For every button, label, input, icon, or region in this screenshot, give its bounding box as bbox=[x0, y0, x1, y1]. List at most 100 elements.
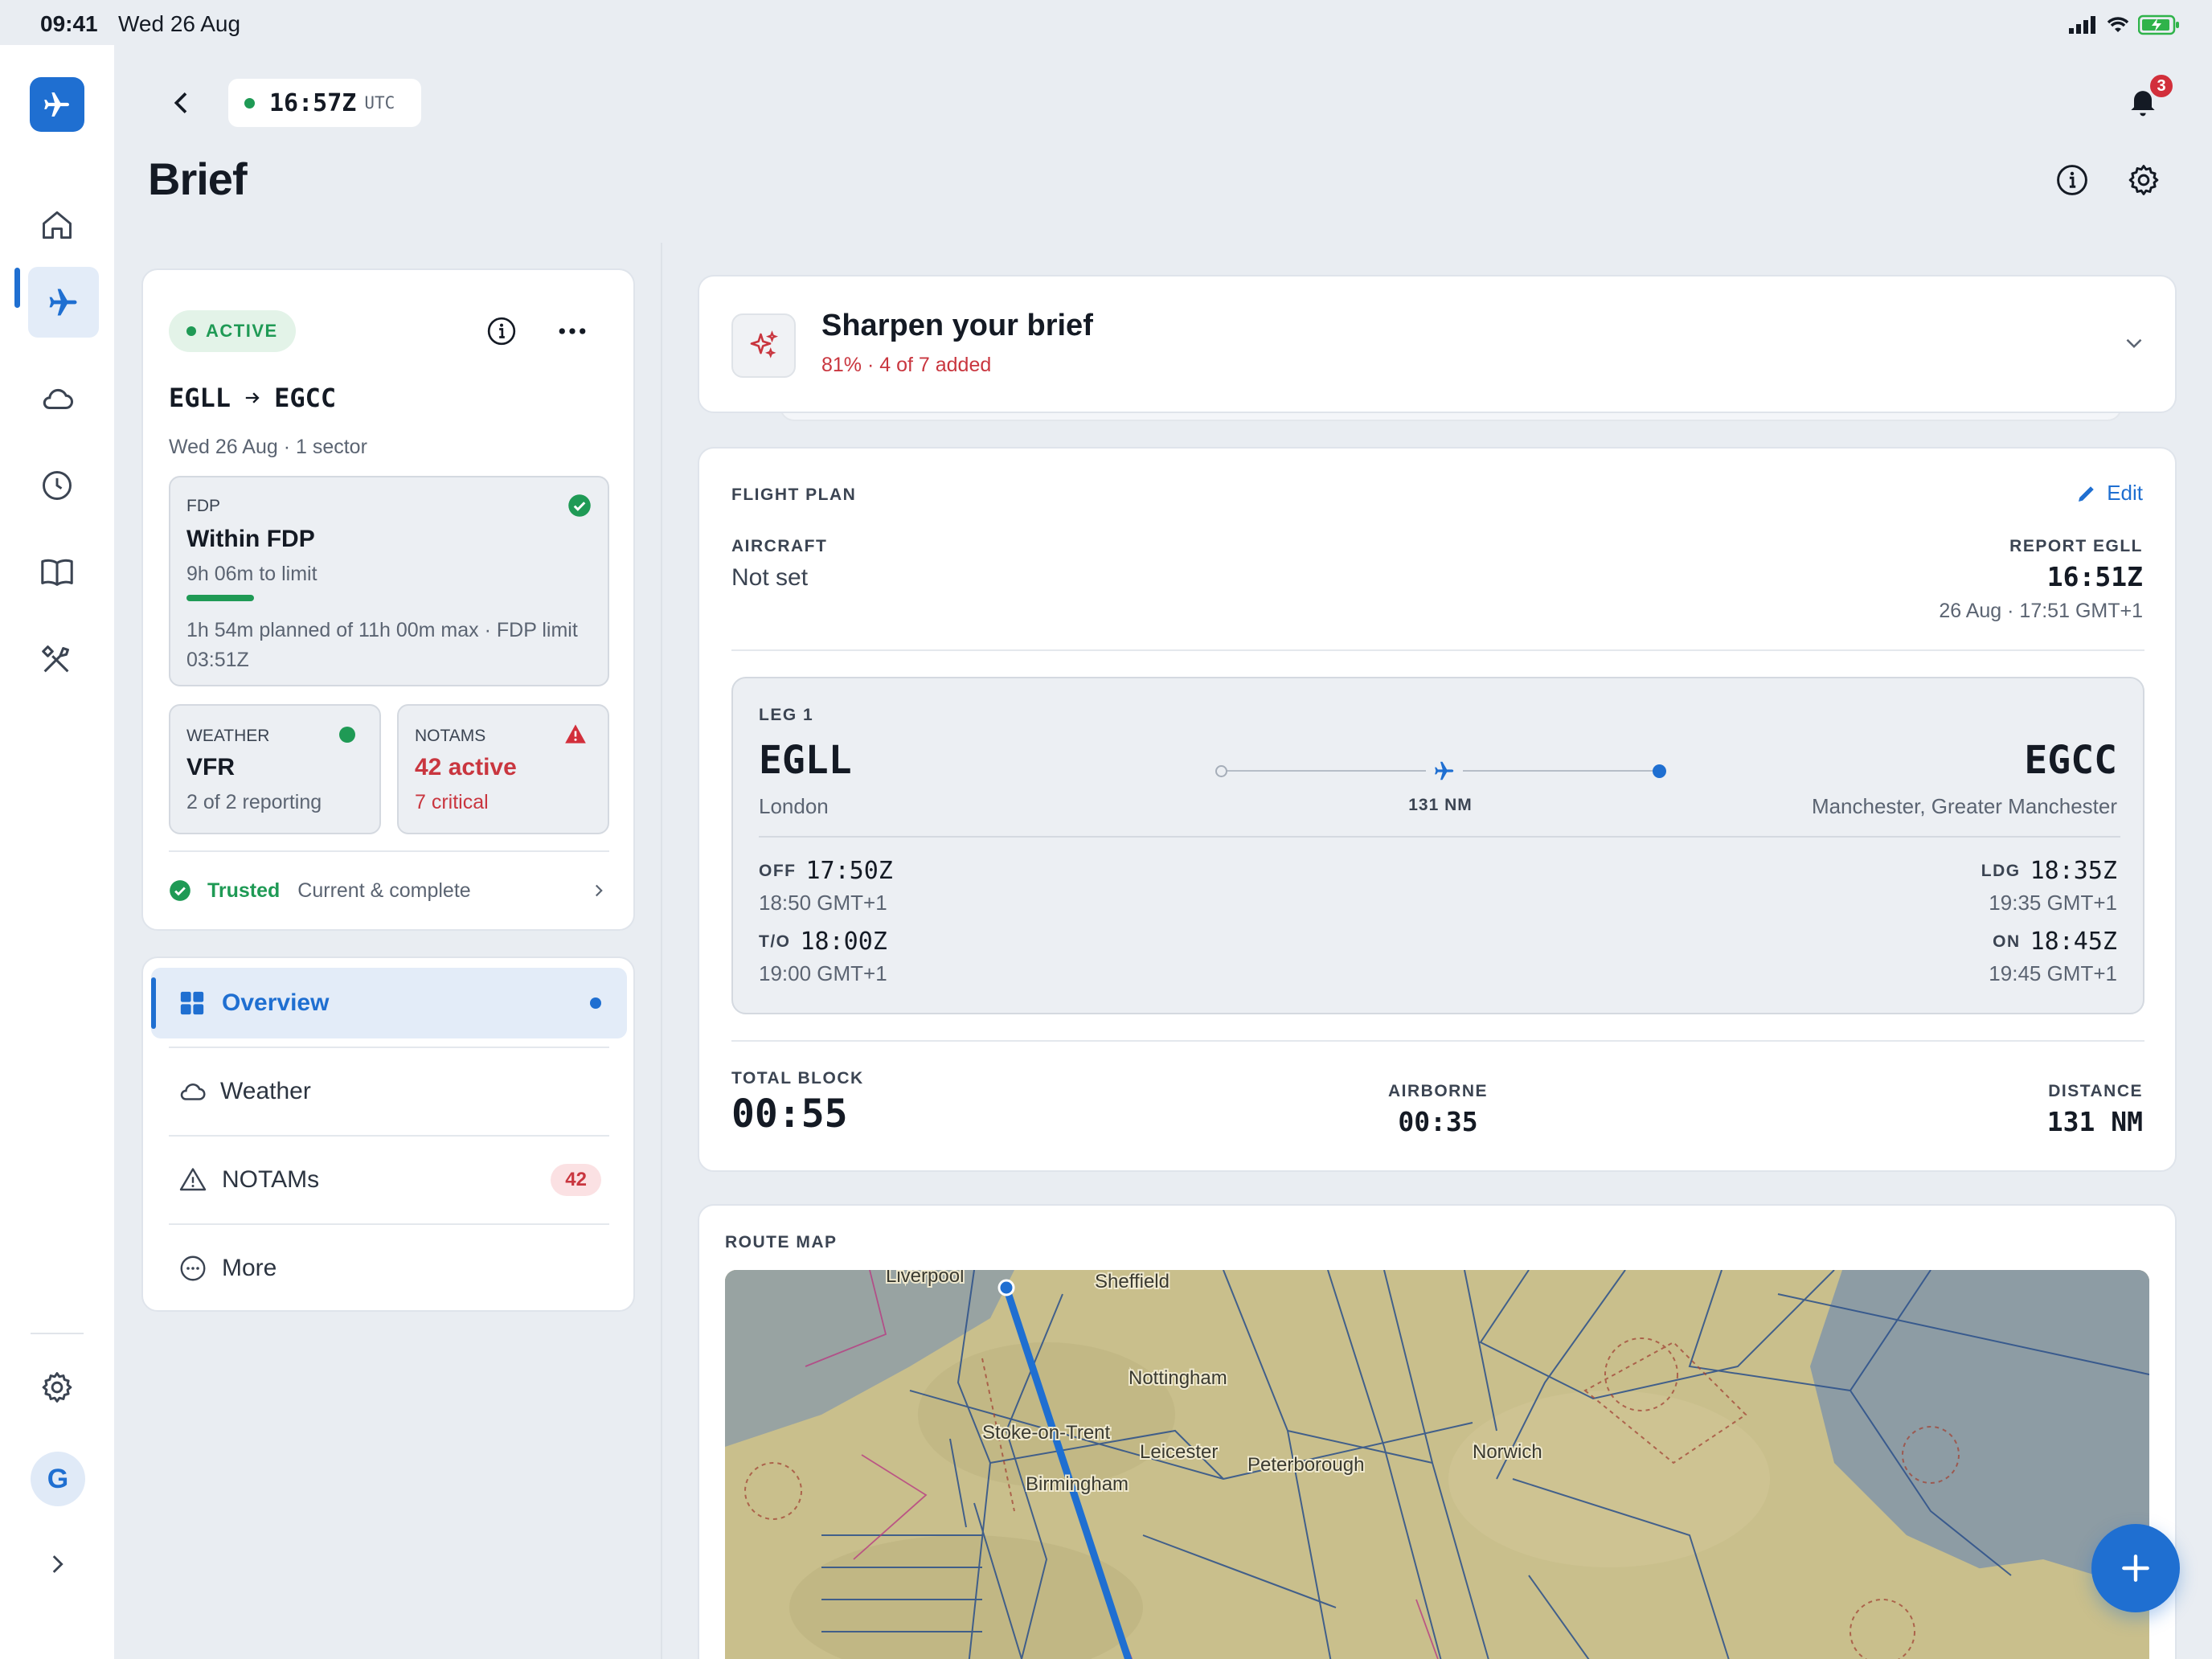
avatar[interactable]: G bbox=[31, 1452, 85, 1506]
notifications-button[interactable]: 3 bbox=[2125, 72, 2175, 125]
status-time: 09:41 bbox=[40, 11, 98, 36]
section-nav-card: Overview Weather NOTAMs 42 More bbox=[141, 956, 635, 1312]
brief-summary-card: ACTIVE EGLL EGCC Wed 26 Aug · 1 sector F… bbox=[141, 268, 635, 931]
active-dot bbox=[590, 997, 601, 1009]
map-label-stoke: Stoke-on-Trent bbox=[982, 1422, 1111, 1444]
landing-row: LDG 18:35Z bbox=[1981, 857, 2117, 885]
app-logo bbox=[30, 77, 84, 132]
flight-plan-heading: FLIGHT PLAN bbox=[731, 485, 857, 504]
arrow-right-icon bbox=[245, 392, 260, 403]
map-label-peterborough: Peterborough bbox=[1247, 1454, 1364, 1476]
alert-triangle-icon bbox=[564, 723, 587, 748]
more-icon bbox=[180, 1256, 206, 1281]
nav-tools[interactable] bbox=[28, 624, 86, 694]
takeoff-row: T/O 18:00Z bbox=[759, 928, 887, 956]
leg-to: EGCC bbox=[2024, 738, 2117, 783]
flight-plan-card: FLIGHT PLAN Edit AIRCRAFT Not set REPORT… bbox=[698, 447, 2177, 1172]
nav-logbook[interactable] bbox=[28, 537, 86, 608]
leg-card[interactable]: LEG 1 EGLL London EGCC Manchester, Great… bbox=[731, 677, 2144, 1014]
aircraft-value[interactable]: Not set bbox=[731, 564, 808, 592]
origin-dot bbox=[1215, 765, 1227, 777]
section-label: Weather bbox=[220, 1078, 311, 1104]
weather-status-dot bbox=[339, 727, 355, 743]
home-icon bbox=[43, 211, 72, 240]
off-row: OFF 17:50Z bbox=[759, 857, 893, 885]
check-circle-icon bbox=[567, 494, 592, 522]
notams-detail: 7 critical bbox=[415, 791, 489, 813]
sharpen-brief-card[interactable]: Sharpen your brief 81% · 4 of 7 added bbox=[698, 275, 2177, 413]
route-to: EGCC bbox=[274, 383, 337, 413]
divider bbox=[169, 1223, 609, 1225]
nav-rail: G bbox=[0, 45, 114, 1659]
weather-tile[interactable]: WEATHER VFR 2 of 2 reporting bbox=[169, 704, 381, 834]
on-block-row: ON 18:45Z bbox=[1993, 928, 2117, 956]
warning-icon bbox=[179, 1168, 207, 1191]
map-canvas: Liverpool Sheffield Stoke-on-Trent Notti… bbox=[725, 1270, 2149, 1659]
add-button[interactable] bbox=[2091, 1524, 2180, 1612]
brief-subtitle: Wed 26 Aug · 1 sector bbox=[169, 436, 367, 458]
notification-badge: 3 bbox=[2148, 72, 2175, 100]
route-from: EGLL bbox=[169, 383, 231, 413]
fdp-title: Within FDP bbox=[186, 526, 315, 552]
fdp-label: FDP bbox=[186, 497, 220, 515]
flight-icon bbox=[49, 289, 77, 316]
fdp-remaining: 9h 06m to limit bbox=[186, 563, 317, 585]
leg-label: LEG 1 bbox=[759, 706, 814, 724]
nav-expand[interactable] bbox=[28, 1529, 86, 1600]
nav-divider bbox=[31, 1333, 84, 1334]
edit-button[interactable]: Edit bbox=[2075, 481, 2143, 506]
nav-flight[interactable] bbox=[28, 267, 99, 338]
back-button[interactable] bbox=[166, 84, 198, 126]
on-block-local: 19:45 GMT+1 bbox=[1989, 961, 2117, 985]
route-map-heading: ROUTE MAP bbox=[725, 1233, 838, 1251]
nav-history[interactable] bbox=[28, 450, 86, 521]
section-overview[interactable]: Overview bbox=[151, 968, 627, 1038]
leg-route-line bbox=[1215, 759, 1666, 787]
route: EGLL EGCC bbox=[169, 383, 336, 413]
trust-row[interactable]: Trusted Current & complete bbox=[169, 875, 609, 907]
check-circle-icon bbox=[170, 880, 190, 901]
nav-settings[interactable] bbox=[28, 1352, 86, 1423]
weather-icon bbox=[43, 388, 73, 410]
tools-icon bbox=[42, 645, 69, 673]
pencil-icon bbox=[2079, 485, 2094, 502]
section-label: Overview bbox=[222, 989, 330, 1016]
notams-value: 42 active bbox=[415, 754, 517, 780]
divider bbox=[169, 1135, 609, 1137]
landing-local: 19:35 GMT+1 bbox=[1989, 891, 2117, 915]
summary-more-button[interactable] bbox=[555, 315, 590, 351]
section-weather[interactable]: Weather bbox=[151, 1056, 627, 1127]
battery-icon bbox=[2138, 14, 2179, 35]
divider bbox=[759, 836, 2120, 838]
aircraft-label: AIRCRAFT bbox=[731, 537, 828, 555]
fdp-progress-bar bbox=[186, 595, 254, 601]
fdp-card[interactable]: FDP Within FDP 9h 06m to limit 1h 54m pl… bbox=[169, 476, 609, 686]
info-icon bbox=[487, 317, 516, 346]
map-label-norwich: Norwich bbox=[1473, 1441, 1542, 1463]
section-label: More bbox=[222, 1255, 277, 1281]
route-map[interactable]: Liverpool Sheffield Stoke-on-Trent Notti… bbox=[725, 1270, 2149, 1659]
page-title: Brief bbox=[148, 154, 248, 204]
utc-clock-pill: 16:57Z UTC bbox=[228, 79, 421, 127]
summary-info-button[interactable] bbox=[485, 315, 518, 351]
info-button[interactable] bbox=[2054, 162, 2090, 202]
nav-weather[interactable] bbox=[28, 363, 86, 434]
expand-button[interactable] bbox=[2120, 330, 2148, 361]
section-more[interactable]: More bbox=[151, 1233, 627, 1304]
report-local: 26 Aug · 17:51 GMT+1 bbox=[1939, 600, 2143, 622]
notams-tile[interactable]: NOTAMS 42 active 7 critical bbox=[397, 704, 609, 834]
map-label-birmingham: Birmingham bbox=[1026, 1473, 1129, 1495]
nav-home[interactable] bbox=[28, 190, 86, 260]
section-label: NOTAMs bbox=[222, 1166, 320, 1193]
weather-detail: 2 of 2 reporting bbox=[186, 791, 322, 813]
chevron-left-icon bbox=[174, 92, 187, 113]
wifi-icon bbox=[2107, 17, 2129, 32]
section-notams[interactable]: NOTAMs 42 bbox=[151, 1145, 627, 1215]
weather-label: WEATHER bbox=[186, 727, 270, 745]
live-dot bbox=[244, 97, 255, 109]
report-label: REPORT EGLL bbox=[2009, 537, 2143, 555]
settings-button[interactable] bbox=[2126, 162, 2161, 202]
total-block-label: TOTAL BLOCK bbox=[731, 1069, 864, 1088]
sharpen-title: Sharpen your brief bbox=[821, 309, 1093, 342]
grid-icon bbox=[180, 991, 204, 1015]
